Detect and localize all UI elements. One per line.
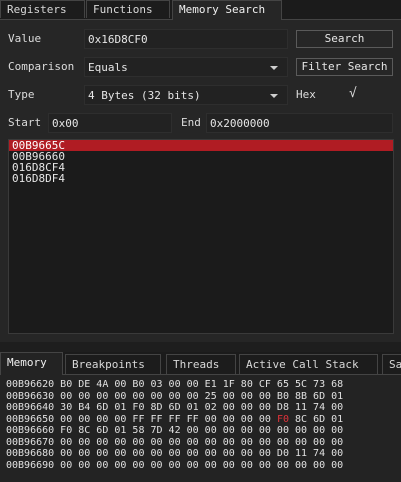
comparison-select[interactable]: Equals bbox=[84, 57, 288, 77]
memory-row: 00B96670 00 00 00 00 00 00 00 00 00 00 0… bbox=[6, 437, 343, 448]
memory-search-panel: Value 0x16D8CF0 Search Comparison Equals… bbox=[0, 20, 401, 342]
end-input[interactable]: 0x2000000 bbox=[206, 113, 393, 133]
memory-row: 00B96640 30 B4 6D 01 F0 8D 6D 01 02 00 0… bbox=[6, 402, 343, 413]
comparison-selected-value: Equals bbox=[88, 61, 128, 74]
tab-threads[interactable]: Threads bbox=[166, 354, 236, 374]
memory-row-text: 00B96690 00 00 00 00 00 00 00 00 00 00 0… bbox=[6, 459, 344, 471]
memory-row-text: 00B96680 00 00 00 00 00 00 00 00 00 00 0… bbox=[6, 448, 344, 459]
memory-row: 00B96650 00 00 00 00 FF FF FF FF 00 00 0… bbox=[6, 414, 343, 425]
comparison-label: Comparison bbox=[8, 60, 75, 73]
tab-sa[interactable]: Sa bbox=[382, 354, 401, 374]
memory-changed-byte: F0 bbox=[276, 413, 289, 425]
memory-row: 00B96690 00 00 00 00 00 00 00 00 00 00 0… bbox=[6, 460, 343, 471]
memory-row: 00B96620 B0 DE 4A 00 B0 03 00 00 E1 1F 8… bbox=[6, 379, 343, 390]
hex-checkbox[interactable]: √ bbox=[349, 84, 357, 104]
memory-row-text: 00B96660 F0 8C 6D 01 58 7D 42 00 00 00 0… bbox=[6, 425, 344, 436]
memory-row-text: 8C 6D 01 bbox=[288, 413, 344, 425]
start-input[interactable]: 0x00 bbox=[48, 113, 172, 133]
results-host: 00B9665C 00B96660 016D8CF4 016D8DF4 bbox=[9, 140, 393, 184]
type-select[interactable]: 4 Bytes (32 bits) bbox=[84, 85, 288, 105]
tab-active-call-stack[interactable]: Active Call Stack bbox=[239, 354, 378, 374]
type-selected-value: 4 Bytes (32 bits) bbox=[88, 89, 201, 102]
memory-row-text: 00B96630 00 00 00 00 00 00 00 00 25 00 0… bbox=[6, 390, 344, 402]
value-input[interactable]: 0x16D8CF0 bbox=[84, 29, 288, 49]
hex-label: Hex bbox=[296, 88, 316, 101]
search-results-list[interactable]: 00B9665C 00B96660 016D8CF4 016D8DF4 bbox=[8, 139, 394, 334]
search-button[interactable]: Search bbox=[296, 30, 393, 48]
tab-functions[interactable]: Functions bbox=[86, 0, 170, 18]
chevron-down-icon bbox=[270, 94, 278, 98]
type-label: Type bbox=[8, 88, 35, 101]
tab-memory[interactable]: Memory bbox=[0, 352, 63, 375]
filter-search-button[interactable]: Filter Search bbox=[296, 58, 393, 76]
tab-memory-search[interactable]: Memory Search bbox=[172, 0, 282, 20]
value-label: Value bbox=[8, 32, 42, 45]
memory-row-text: 00B96670 00 00 00 00 00 00 00 00 00 00 0… bbox=[6, 436, 344, 448]
memory-row: 00B96660 F0 8C 6D 01 58 7D 42 00 00 00 0… bbox=[6, 425, 343, 436]
bottom-tab-bar: Memory Breakpoints Threads Active Call S… bbox=[0, 352, 401, 375]
memory-row-text: 00B96640 30 B4 6D 01 F0 8D 6D 01 02 00 0… bbox=[6, 402, 344, 413]
memory-hex-view[interactable]: 00B96620 B0 DE 4A 00 B0 03 00 00 E1 1F 8… bbox=[0, 375, 401, 482]
memory-row-text: 00B96650 00 00 00 00 FF FF FF FF 00 00 0… bbox=[6, 413, 277, 425]
search-result-item[interactable]: 016D8CF4 bbox=[9, 162, 393, 173]
chevron-down-icon bbox=[270, 66, 278, 70]
memory-row-text: 00B96620 B0 DE 4A 00 B0 03 00 00 E1 1F 8… bbox=[6, 379, 344, 390]
tab-breakpoints[interactable]: Breakpoints bbox=[65, 354, 161, 374]
start-label: Start bbox=[8, 116, 42, 129]
search-result-item[interactable]: 016D8DF4 bbox=[9, 173, 393, 184]
search-result-item[interactable]: 00B96660 bbox=[9, 151, 393, 162]
memory-row: 00B96680 00 00 00 00 00 00 00 00 00 00 0… bbox=[6, 448, 343, 459]
search-result-item[interactable]: 00B9665C bbox=[9, 140, 393, 151]
memory-row: 00B96630 00 00 00 00 00 00 00 00 25 00 0… bbox=[6, 391, 343, 402]
top-tab-bar: Registers Functions Memory Search bbox=[0, 0, 401, 20]
end-label: End bbox=[181, 116, 201, 129]
tab-registers[interactable]: Registers bbox=[0, 0, 85, 18]
